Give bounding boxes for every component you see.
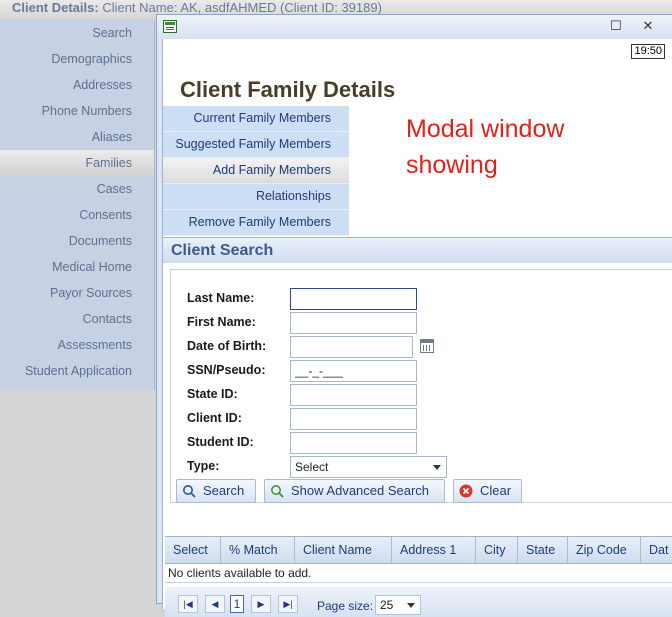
- next-page-icon: ▶: [257, 599, 265, 609]
- modal-titlebar[interactable]: ☐ ✕: [157, 15, 672, 39]
- client-search-panel: Last Name: First Name: Date of Birth: SS…: [170, 269, 672, 503]
- clear-icon: [459, 484, 473, 498]
- column-header-date[interactable]: Dat: [641, 537, 672, 563]
- sidebar-item-addresses[interactable]: Addresses: [0, 72, 154, 98]
- sidebar-item-documents[interactable]: Documents: [0, 228, 154, 254]
- page-size-chevron-icon: [407, 603, 415, 608]
- search-button[interactable]: Search: [176, 479, 256, 503]
- annotation-line-2: showing: [406, 151, 498, 179]
- annotation-line-1: Modal window: [406, 115, 565, 143]
- sidebar-item-families[interactable]: Families: [0, 150, 154, 176]
- first-page-icon: |◀: [183, 599, 193, 609]
- first-page-button[interactable]: |◀: [178, 595, 198, 613]
- calendar-icon[interactable]: [420, 339, 434, 353]
- background-panel: [0, 390, 155, 595]
- last-name-label: Last Name:: [187, 291, 255, 305]
- tab-suggested-family-members[interactable]: Suggested Family Members: [163, 132, 349, 158]
- page-size-label: Page size:: [317, 599, 374, 613]
- state-id-label: State ID:: [187, 387, 238, 401]
- empty-results-message: No clients available to add.: [165, 563, 672, 583]
- sidebar-item-search[interactable]: Search: [0, 20, 154, 46]
- student-id-label: Student ID:: [187, 435, 254, 449]
- maximize-icon: ☐: [610, 18, 622, 33]
- results-grid-header: Select % Match Client Name Address 1 Cit…: [165, 536, 672, 564]
- last-name-input[interactable]: [290, 288, 417, 310]
- state-id-input[interactable]: [290, 384, 417, 406]
- tab-remove-family-members[interactable]: Remove Family Members: [163, 210, 349, 236]
- type-select-value: Select: [295, 460, 329, 474]
- client-name-text: Client Name: AK, asdfAHMED (Client ID: 3…: [102, 0, 382, 15]
- ssn-label: SSN/Pseudo:: [187, 363, 266, 377]
- sidebar-item-demographics[interactable]: Demographics: [0, 46, 154, 72]
- type-label: Type:: [187, 459, 220, 473]
- column-header-state[interactable]: State: [518, 537, 568, 563]
- search-icon: [183, 485, 196, 498]
- sidebar-item-cases[interactable]: Cases: [0, 176, 154, 202]
- ssn-input[interactable]: [290, 360, 417, 382]
- page-size-value: 25: [380, 598, 394, 612]
- column-header-client-name[interactable]: Client Name: [295, 537, 392, 563]
- annotation-note: Modal window showing: [406, 111, 564, 183]
- advanced-search-icon: [271, 485, 284, 498]
- column-header-select[interactable]: Select: [165, 537, 221, 563]
- sidebar-item-aliases[interactable]: Aliases: [0, 124, 154, 150]
- tab-current-family-members[interactable]: Current Family Members: [163, 106, 349, 132]
- client-details-label: Client Details:: [12, 0, 99, 15]
- sidebar-item-consents[interactable]: Consents: [0, 202, 154, 228]
- results-pager: |◀ ◀ 1 ▶ ▶| Page size: 25: [165, 587, 672, 617]
- tab-relationships[interactable]: Relationships: [163, 184, 349, 210]
- first-name-label: First Name:: [187, 315, 256, 329]
- first-name-input[interactable]: [290, 312, 417, 334]
- tab-add-family-members[interactable]: Add Family Members: [163, 158, 349, 184]
- last-page-button[interactable]: ▶|: [278, 595, 298, 613]
- next-page-button[interactable]: ▶: [251, 595, 271, 613]
- maximize-button[interactable]: ☐: [607, 18, 625, 34]
- close-icon: ✕: [642, 18, 654, 33]
- client-sidebar: Search Demographics Addresses Phone Numb…: [0, 20, 155, 390]
- prev-page-icon: ◀: [211, 599, 219, 609]
- column-header-zip[interactable]: Zip Code: [568, 537, 641, 563]
- sidebar-item-assessments[interactable]: Assessments: [0, 332, 154, 358]
- chevron-down-icon: [433, 465, 441, 470]
- student-id-input[interactable]: [290, 432, 417, 454]
- type-select[interactable]: Select: [290, 456, 447, 478]
- last-page-icon: ▶|: [283, 599, 293, 609]
- dob-label: Date of Birth:: [187, 339, 267, 353]
- client-id-label: Client ID:: [187, 411, 242, 425]
- advanced-search-button[interactable]: Show Advanced Search: [264, 479, 445, 503]
- modal-content: 19:50 Client Family Details Current Fami…: [162, 39, 672, 617]
- client-id-input[interactable]: [290, 408, 417, 430]
- column-header-city[interactable]: City: [476, 537, 518, 563]
- current-page[interactable]: 1: [230, 595, 244, 613]
- sidebar-item-student-application[interactable]: Student Application: [0, 358, 154, 384]
- page-size-select[interactable]: 25: [375, 595, 421, 615]
- sidebar-item-payor-sources[interactable]: Payor Sources: [0, 280, 154, 306]
- advanced-search-label: Show Advanced Search: [291, 483, 430, 498]
- session-time: 19:50: [631, 44, 665, 59]
- close-button[interactable]: ✕: [639, 18, 657, 34]
- client-search-header: Client Search: [163, 237, 672, 263]
- sidebar-item-phone-numbers[interactable]: Phone Numbers: [0, 98, 154, 124]
- family-details-modal: ☐ ✕ 19:50 Client Family Details Current …: [156, 14, 672, 617]
- sidebar-item-medical-home[interactable]: Medical Home: [0, 254, 154, 280]
- search-button-label: Search: [203, 483, 245, 498]
- clear-button-label: Clear: [480, 483, 512, 498]
- dob-input[interactable]: [290, 336, 413, 358]
- column-header-match[interactable]: % Match: [221, 537, 295, 563]
- prev-page-button[interactable]: ◀: [205, 595, 225, 613]
- column-header-address[interactable]: Address 1: [392, 537, 476, 563]
- page-title: Client Family Details: [180, 77, 396, 102]
- window-app-icon: [163, 20, 177, 33]
- sidebar-item-contacts[interactable]: Contacts: [0, 306, 154, 332]
- family-tabs: Current Family Members Suggested Family …: [163, 106, 349, 236]
- clear-button[interactable]: Clear: [453, 479, 522, 503]
